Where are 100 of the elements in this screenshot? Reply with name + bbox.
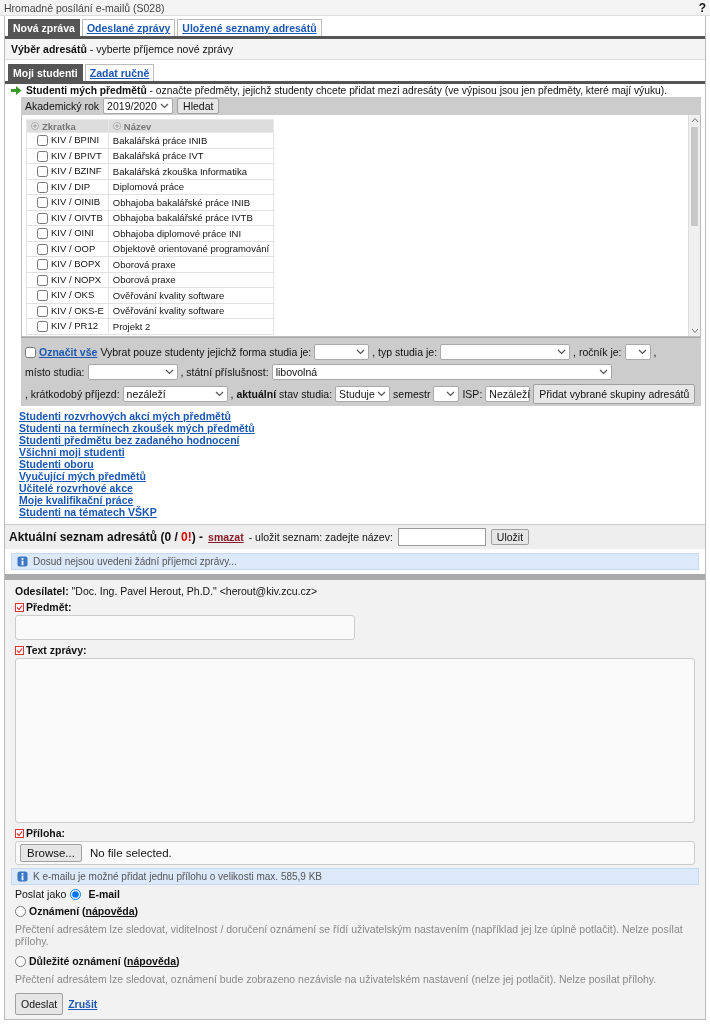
tab[interactable]: Uložené seznamy adresátů <box>177 19 322 36</box>
tab[interactable]: Moji studenti <box>8 64 83 81</box>
checkbox[interactable] <box>37 150 48 162</box>
search-button[interactable]: Hledat <box>177 98 220 114</box>
caret-icon <box>637 349 647 355</box>
checkbox[interactable] <box>37 197 48 209</box>
add-groups-button[interactable]: Přidat vybrané skupiny adresátů <box>533 384 696 404</box>
save-button[interactable]: Uložit <box>490 529 530 545</box>
dropdown[interactable] <box>314 344 370 360</box>
table-cell: Obhajoba bakalářské práce INIB <box>108 194 274 210</box>
section-heading: Výběr adresátů - vyberte příjemce nové zprávy <box>11 43 234 55</box>
table-cell: Projekt 2 <box>108 318 274 334</box>
browse-button[interactable]: Browse... <box>20 844 82 862</box>
field-label: Předmět: <box>26 601 72 613</box>
dropdown[interactable]: nezáleží <box>122 386 228 402</box>
table-cell: Objektově orientované programování <box>108 241 274 257</box>
filter-label: ISP: <box>462 387 483 402</box>
table-cell: KIV / OINIB <box>51 196 101 208</box>
checkbox[interactable] <box>37 305 48 317</box>
dropdown[interactable]: Studuje <box>335 386 391 402</box>
table-cell: KIV / OOP <box>51 242 96 254</box>
dropdown[interactable]: Nezáleží <box>485 386 531 402</box>
checkbox[interactable] <box>37 135 48 147</box>
field-label: Příloha: <box>26 827 66 839</box>
checkbox[interactable] <box>37 166 48 178</box>
checkbox[interactable] <box>37 181 48 193</box>
tab[interactable]: Odeslané zprávy <box>81 19 176 36</box>
dropdown[interactable] <box>87 364 178 380</box>
dropdown[interactable] <box>624 344 651 360</box>
option-label: Oznámení (nápověda) <box>29 905 139 917</box>
caret-icon <box>446 391 456 397</box>
table-cell: Bakalářská práce INIB <box>108 132 274 148</box>
tab[interactable]: Nová zpráva <box>8 19 80 36</box>
group-link[interactable]: Studenti oboru <box>19 458 691 470</box>
scroll-up-icon <box>689 115 701 125</box>
filter-label: , <box>653 345 657 360</box>
send-button[interactable]: Odeslat <box>15 993 64 1015</box>
instruction-text: Studenti mých předmětů - označte předměty, jejichž studenty chcete přidat mezi adresáty (ve výpisou jsou jen předměty, které mají výuku). <box>26 85 668 96</box>
filter-label: , státní příslušnost: <box>180 365 269 380</box>
option-label: E-mail <box>88 888 120 900</box>
dropdown[interactable] <box>433 386 460 402</box>
info-message: Dosud nejsou uvedeni žádní příjemci zprávy... <box>11 553 699 570</box>
dropdown[interactable] <box>440 344 571 360</box>
send-as-label: Poslat jako <box>15 888 67 900</box>
table-cell: KIV / OIVTB <box>51 211 103 223</box>
table-cell: Ověřování kvality software <box>108 287 274 303</box>
filter-label: semestr <box>393 387 431 402</box>
caret-icon <box>557 349 567 355</box>
group-link[interactable]: Všichni moji studenti <box>19 446 691 458</box>
scrollbar[interactable] <box>688 115 700 336</box>
radio-button[interactable] <box>15 905 26 917</box>
tab[interactable]: Zadat ručně <box>84 64 155 81</box>
group-link[interactable]: Studenti na termínech zkoušek mých předmětů <box>19 422 691 434</box>
table-cell: KIV / NOPX <box>51 273 102 285</box>
option-description: Přečtení adresátem lze sledovat, oznámení bude zobrazeno nezávisle na uživatelském nastavení (nelze jej potlačit). Nelze posílat přílohy. <box>15 973 658 985</box>
caret-icon <box>160 103 170 109</box>
radio-button[interactable] <box>15 955 26 967</box>
dropdown[interactable]: 2019/2020 <box>103 98 174 114</box>
recipient-list-heading: Aktuální seznam adresátů (0 / 0!) - <box>9 530 204 544</box>
filter-label: , krátkodobý příjezd: <box>25 387 120 402</box>
info-icon <box>17 871 28 882</box>
caret-icon <box>356 349 366 355</box>
filter-label: , aktuální stav studia: <box>230 387 333 402</box>
radio-button[interactable] <box>70 888 82 900</box>
sender-text: Odesílatel: "Doc. Ing. Pavel Herout, Ph.D." <herout@kiv.zcu.cz> <box>15 585 319 597</box>
file-status: No file selected. <box>89 847 172 859</box>
table-cell: Obhajoba bakalářské práce IVTB <box>108 210 274 226</box>
help-link[interactable]: nápověda <box>85 905 135 917</box>
list-name-field[interactable] <box>397 528 486 546</box>
checkbox[interactable] <box>37 290 48 302</box>
group-link[interactable]: Vyučující mých předmětů <box>19 470 691 482</box>
delete-link[interactable]: smazat <box>208 531 244 543</box>
group-link[interactable]: Studenti rozvrhových akcí mých předmětů <box>19 410 691 422</box>
checkbox[interactable] <box>37 259 48 271</box>
caret-icon <box>377 391 387 397</box>
table-cell: KIV / PR12 <box>51 320 98 332</box>
group-link[interactable]: Studenti předmětu bez zadaného hodnocení <box>19 434 691 446</box>
table-cell: KIV / BPIVT <box>51 149 102 161</box>
info-icon <box>17 556 28 567</box>
cancel-link[interactable]: Zrušit <box>68 998 98 1010</box>
caret-icon <box>164 369 174 375</box>
file-field[interactable]: Browse... No file selected. <box>15 841 695 865</box>
checkbox[interactable] <box>37 321 48 333</box>
dropdown[interactable]: libovolná <box>271 364 612 380</box>
checkbox[interactable] <box>25 346 36 358</box>
select-all-link[interactable]: Označit vše <box>39 344 98 360</box>
group-link[interactable]: Učitelé rozvrhové akce <box>19 482 691 494</box>
caret-icon <box>214 391 224 397</box>
table-cell: Oborová praxe <box>108 272 274 288</box>
filter-label: , ročník je: <box>573 345 622 360</box>
checkbox[interactable] <box>37 212 48 224</box>
table-cell: Bakalářská zkouška Informatika <box>108 163 274 179</box>
help-link[interactable]: ? <box>698 0 706 15</box>
subject-field[interactable] <box>15 615 355 640</box>
group-link[interactable]: Moje kvalifikační práce <box>19 494 691 506</box>
checkbox[interactable] <box>37 228 48 240</box>
checkbox[interactable] <box>37 243 48 255</box>
group-link[interactable]: Studenti na tématech VŠKP <box>19 506 691 518</box>
table-cell: Obhajoba diplomové práce INI <box>108 225 274 241</box>
checkbox[interactable] <box>37 274 48 286</box>
